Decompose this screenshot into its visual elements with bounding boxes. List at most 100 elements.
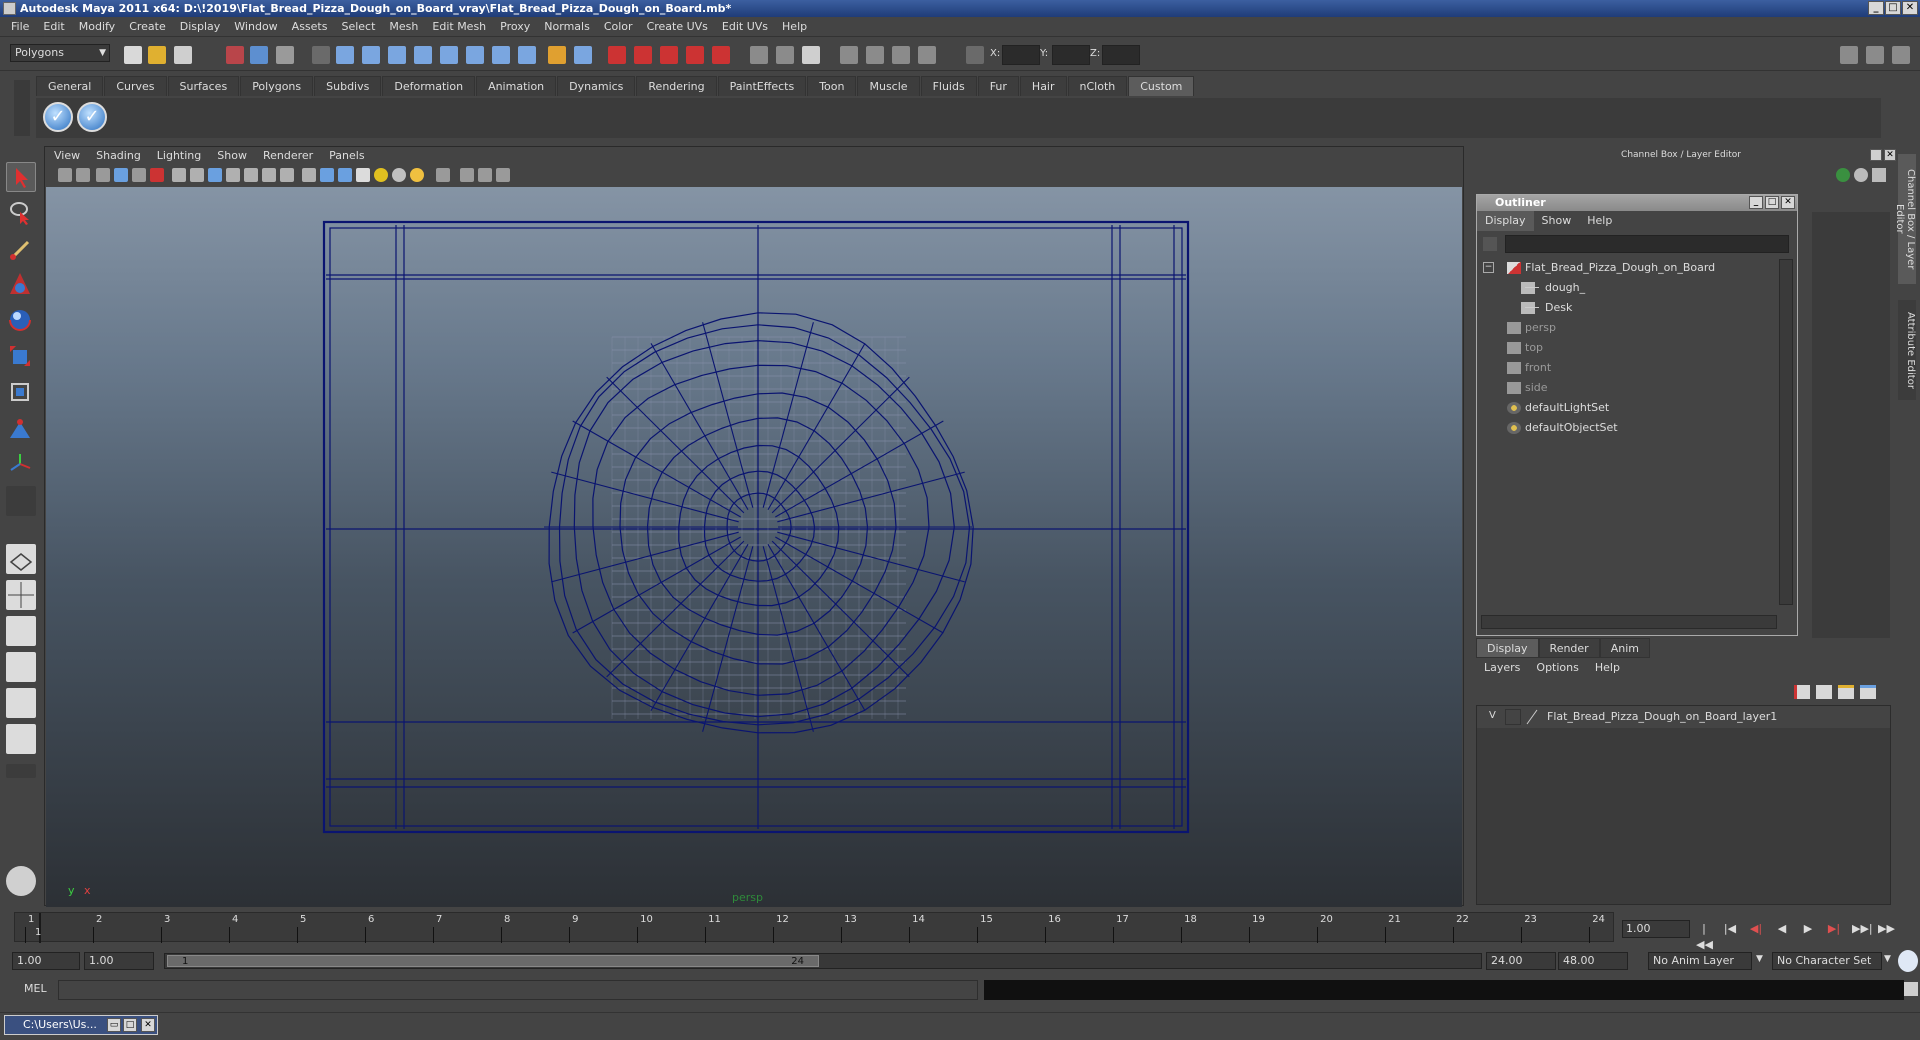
toggle-panel-3-icon[interactable]	[802, 46, 820, 64]
x-coord-input[interactable]	[1002, 45, 1040, 65]
shelf-tab-general[interactable]: General	[36, 76, 104, 96]
side-tab-channel-box[interactable]: Channel Box / Layer Editor	[1894, 154, 1916, 284]
create-layer-from-selected-icon[interactable]	[1860, 685, 1876, 699]
shelf-tab-polygons[interactable]: Polygons	[240, 76, 314, 96]
menu-normals[interactable]: Normals	[537, 20, 597, 33]
layer-visibility-toggle[interactable]: V	[1489, 710, 1496, 721]
paint-select-tool-icon[interactable]	[6, 234, 36, 264]
step-forward-frame-button[interactable]: ▶▶|	[1852, 921, 1873, 937]
minimized-window[interactable]: C:\Users\Us... ▭ □ ✕	[4, 1015, 158, 1035]
menu-modify[interactable]: Modify	[72, 20, 122, 33]
shelf-tab-curves[interactable]: Curves	[104, 76, 167, 96]
animation-end-field[interactable]: 48.00	[1558, 952, 1628, 970]
select-object-icon[interactable]	[250, 46, 268, 64]
minimized-restore-button[interactable]: ▭	[107, 1018, 121, 1032]
layer-color-swatch[interactable]	[1525, 709, 1539, 725]
outliner-item[interactable]: top	[1501, 339, 1761, 357]
menu-color[interactable]: Color	[597, 20, 640, 33]
use-all-lights-icon[interactable]	[392, 168, 406, 182]
command-input[interactable]	[58, 980, 978, 1000]
help-icon[interactable]	[518, 46, 536, 64]
outliner-item[interactable]: persp	[1501, 319, 1761, 337]
outliner-vertical-scrollbar[interactable]	[1779, 259, 1793, 605]
custom-shelf-button-1[interactable]: ✓	[43, 102, 73, 132]
viewport-menu-shading[interactable]: Shading	[88, 147, 149, 165]
animation-start-field[interactable]: 1.00	[12, 952, 80, 970]
bookmark-icon[interactable]	[96, 168, 110, 182]
viewport-menu-show[interactable]: Show	[209, 147, 255, 165]
toggle-panel-5-icon[interactable]	[866, 46, 884, 64]
move-layer-up-icon[interactable]	[1794, 685, 1810, 699]
shelf-tab-subdivs[interactable]: Subdivs	[314, 76, 382, 96]
xray-icon[interactable]	[460, 168, 474, 182]
close-button[interactable]: ✕	[1902, 1, 1918, 15]
shelf-tab-animation[interactable]: Animation	[476, 76, 557, 96]
tool-settings-toggle-icon[interactable]	[6, 866, 36, 896]
menu-edit-mesh[interactable]: Edit Mesh	[425, 20, 493, 33]
universal-manipulator-icon[interactable]	[6, 378, 36, 408]
time-slider[interactable]: 1 2 3 4 5 6 7 8 9 10 11 12 13 14 15 16 17 18 19 20 21 22 23 24 …	[14, 912, 1614, 943]
outliner-filter-icon[interactable]	[1483, 237, 1497, 251]
layer-tab-render[interactable]: Render	[1538, 638, 1600, 658]
viewport-canvas[interactable]: y x persp	[46, 187, 1462, 907]
viewport-menu-view[interactable]: View	[46, 147, 88, 165]
layout-four-pane-icon[interactable]	[6, 580, 36, 610]
channel-box-icon-2[interactable]	[1854, 168, 1868, 182]
menu-mesh[interactable]: Mesh	[382, 20, 425, 33]
resolution-gate-icon[interactable]	[208, 168, 222, 182]
shelf-tab-toon[interactable]: Toon	[807, 76, 857, 96]
shelf-tab-rendering[interactable]: Rendering	[636, 76, 717, 96]
smooth-shading-icon[interactable]	[320, 168, 334, 182]
make-live-icon[interactable]	[414, 46, 432, 64]
outliner-item[interactable]: defaultObjectSet	[1501, 419, 1761, 437]
render-settings-icon[interactable]	[660, 46, 678, 64]
layout-hypergraph-persp-icon[interactable]	[6, 724, 36, 754]
go-to-start-button[interactable]: |◀◀	[1696, 921, 1713, 951]
layer-playback-toggle[interactable]	[1505, 709, 1521, 725]
layer-name[interactable]: Flat_Bread_Pizza_Dough_on_Board_layer1	[1547, 710, 1777, 723]
selection-mask-icon[interactable]	[574, 46, 592, 64]
toggle-panel-2-icon[interactable]	[776, 46, 794, 64]
chevron-down-icon[interactable]: ▼	[1884, 954, 1891, 964]
transform-mode-icon[interactable]	[966, 46, 984, 64]
menu-display[interactable]: Display	[173, 20, 228, 33]
show-channel-box-icon[interactable]	[1892, 46, 1910, 64]
ipr-render-icon[interactable]	[634, 46, 652, 64]
script-editor-icon[interactable]	[1904, 982, 1918, 996]
last-tool-used-icon[interactable]	[6, 486, 36, 516]
gate-mask-icon[interactable]	[226, 168, 240, 182]
lock-icon[interactable]	[548, 46, 566, 64]
safe-title-icon[interactable]	[280, 168, 294, 182]
step-back-frame-button[interactable]: |◀	[1722, 921, 1738, 937]
go-to-end-button[interactable]: ▶▶	[1878, 921, 1895, 937]
layer-row[interactable]: V Flat_Bread_Pizza_Dough_on_Board_layer1	[1477, 706, 1890, 728]
rotate-tool-icon[interactable]	[6, 306, 36, 336]
menu-select[interactable]: Select	[334, 20, 382, 33]
outliner-maximize-button[interactable]: □	[1765, 196, 1779, 209]
toggle-panel-6-icon[interactable]	[892, 46, 910, 64]
isolate-select-icon[interactable]	[436, 168, 450, 182]
create-new-layer-icon[interactable]	[1838, 685, 1854, 699]
side-tab-attribute-editor[interactable]: Attribute Editor	[1898, 300, 1916, 400]
outliner-menu-display[interactable]: Display	[1477, 211, 1534, 231]
current-frame-field[interactable]: 1.00	[1622, 920, 1690, 938]
maximize-button[interactable]: □	[1885, 1, 1901, 15]
layer-tab-anim[interactable]: Anim	[1599, 638, 1650, 658]
step-forward-key-button[interactable]: ▶|	[1826, 921, 1842, 937]
film-gate-icon[interactable]	[190, 168, 204, 182]
layout-more-icon[interactable]	[6, 764, 36, 778]
shelf-tab-ncloth[interactable]: nCloth	[1067, 76, 1128, 96]
select-camera-icon[interactable]	[58, 168, 72, 182]
menu-help[interactable]: Help	[775, 20, 814, 33]
grid-toggle-icon[interactable]	[172, 168, 186, 182]
channel-box-close-icon[interactable]: ✕	[1884, 149, 1896, 161]
menu-set-dropdown[interactable]: Polygons ▼	[10, 44, 110, 62]
outliner-item[interactable]: side	[1501, 379, 1761, 397]
render-view-icon[interactable]	[712, 46, 730, 64]
image-plane-icon[interactable]	[114, 168, 128, 182]
snap-point-icon[interactable]	[362, 46, 380, 64]
move-layer-down-icon[interactable]	[1816, 685, 1832, 699]
range-slider-thumb[interactable]: 1 24	[167, 955, 819, 967]
backface-culling-icon[interactable]	[496, 168, 510, 182]
construction-history-icon[interactable]	[440, 46, 458, 64]
